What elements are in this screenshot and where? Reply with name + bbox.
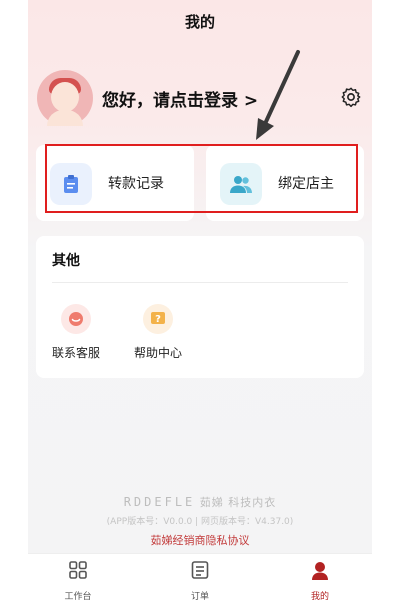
- highlight-box: [45, 144, 358, 213]
- tab-bar: 工作台 订单 我的: [28, 553, 372, 600]
- tab-mine[interactable]: 我的: [290, 560, 350, 600]
- user-icon: [312, 562, 328, 580]
- divider: [52, 282, 348, 283]
- version-info: (APP版本号：V0.0.0 | 网页版本号：V4.37.0): [106, 517, 294, 527]
- tab-workbench[interactable]: 工作台: [48, 560, 108, 600]
- profile-screen: 我的 您好，请点击登录 > 转款记录 绑定店主 其他 联系客服 ? 帮助中心 R…: [28, 0, 372, 600]
- help-icon: ?: [143, 304, 173, 334]
- privacy-link[interactable]: 茹娣经销商隐私协议: [28, 532, 372, 548]
- tab-orders-label: 订单: [190, 592, 209, 600]
- avatar-face: [51, 82, 79, 112]
- tab-mine-label: 我的: [310, 592, 329, 600]
- brand-logo: RDDEFLE: [123, 495, 196, 509]
- grid-icon: [69, 561, 87, 579]
- page-title: 我的: [184, 13, 215, 31]
- brand-text: 茹娣 科技内衣: [199, 496, 277, 509]
- tab-orders[interactable]: 订单: [170, 560, 230, 600]
- brand-line: RDDEFLE 茹娣 科技内衣: [28, 494, 372, 510]
- customer-service-item[interactable]: 联系客服: [46, 304, 106, 364]
- customer-service-label: 联系客服: [51, 346, 100, 360]
- help-center-item[interactable]: ? 帮助中心: [128, 304, 188, 364]
- other-title: 其他: [52, 253, 80, 269]
- tab-workbench-label: 工作台: [64, 592, 92, 600]
- login-prompt[interactable]: 您好，请点击登录 >: [102, 86, 258, 111]
- avatar-body: [47, 110, 83, 126]
- help-center-label: 帮助中心: [133, 346, 182, 360]
- gear-icon[interactable]: [340, 86, 362, 108]
- svg-text:?: ?: [155, 314, 161, 325]
- other-section: 其他 联系客服 ? 帮助中心: [36, 236, 364, 378]
- order-icon: [191, 561, 209, 579]
- avatar[interactable]: [37, 70, 93, 126]
- customer-service-icon: [61, 304, 91, 334]
